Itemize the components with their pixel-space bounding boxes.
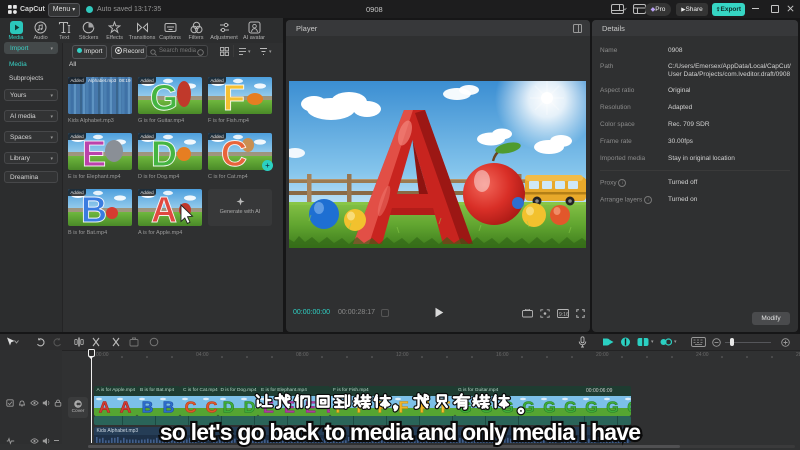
svg-text:G: G: [627, 400, 631, 417]
svg-text:F: F: [399, 400, 409, 417]
svg-text:G: G: [585, 400, 597, 417]
svg-text:F: F: [336, 400, 346, 417]
svg-text:G: G: [501, 400, 513, 417]
svg-text:B: B: [163, 400, 175, 417]
svg-text:E: E: [82, 133, 106, 170]
svg-text:F: F: [441, 400, 451, 417]
svg-text:A: A: [98, 400, 110, 417]
svg-text:F: F: [357, 400, 367, 417]
svg-text:C: C: [185, 400, 197, 417]
svg-text:A: A: [119, 400, 131, 417]
svg-text:B: B: [142, 400, 154, 417]
svg-text:G: G: [480, 400, 492, 417]
svg-text:C: C: [206, 400, 218, 417]
svg-text:G: G: [522, 400, 534, 417]
svg-text:F: F: [378, 400, 388, 417]
svg-text:G: G: [459, 400, 471, 417]
svg-text:G: G: [564, 400, 576, 417]
svg-text:G: G: [543, 400, 555, 417]
svg-text:9:16: 9:16: [559, 312, 569, 318]
svg-text:D: D: [243, 400, 255, 417]
svg-text:D: D: [222, 400, 234, 417]
svg-text:F: F: [420, 400, 430, 417]
svg-text:F: F: [223, 77, 245, 114]
svg-text:E: E: [263, 400, 274, 417]
svg-text:E: E: [284, 400, 295, 417]
svg-text:E: E: [305, 400, 316, 417]
svg-text:G: G: [606, 400, 618, 417]
